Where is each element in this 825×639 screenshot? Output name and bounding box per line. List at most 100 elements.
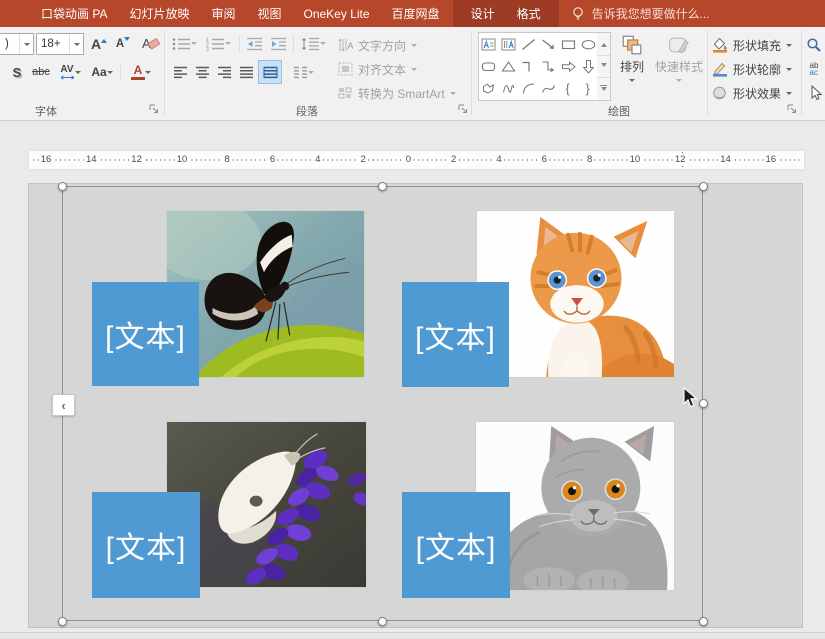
character-spacing-button[interactable]: AV: [55, 61, 85, 83]
bullets-button[interactable]: [170, 33, 198, 54]
shape-effects-button[interactable]: 形状效果: [712, 84, 792, 102]
text-placeholder-1[interactable]: [文本]: [92, 282, 199, 386]
numbering-icon: 123: [206, 37, 225, 51]
selection-handle-bottom-left[interactable]: [58, 617, 67, 626]
clear-formatting-button[interactable]: A: [138, 33, 162, 54]
ruler-number: 10: [175, 153, 190, 166]
tab-slideshow[interactable]: 幻灯片放映: [118, 0, 200, 27]
increase-indent-button[interactable]: [268, 33, 288, 54]
align-left-button[interactable]: [170, 61, 190, 83]
horizontal-ruler: 1614121086420246810121416: [28, 150, 805, 170]
ribbon: ) 18+ A A A S abc AV: [0, 27, 825, 121]
columns-button[interactable]: [288, 61, 318, 83]
curve-shape-icon[interactable]: [540, 81, 557, 96]
strikethrough-button[interactable]: abc: [29, 61, 53, 83]
textbox-shape-icon[interactable]: [480, 37, 497, 52]
font-size-combo[interactable]: 18+: [36, 33, 84, 55]
selection-handle-top-center[interactable]: [378, 182, 387, 191]
selection-handle-bottom-right[interactable]: [699, 617, 708, 626]
tab-onekey-lite[interactable]: OneKey Lite: [293, 0, 381, 27]
tab-design[interactable]: 设计: [460, 0, 506, 27]
font-name-dropdown[interactable]: [19, 34, 33, 54]
left-brace-shape-icon[interactable]: {: [560, 81, 577, 96]
svg-text:A: A: [348, 41, 354, 51]
selection-handle-top-right[interactable]: [699, 182, 708, 191]
collapse-pane-button[interactable]: ‹: [52, 394, 75, 416]
rectangle-shape-icon[interactable]: [560, 37, 577, 52]
text-placeholder-4[interactable]: [文本]: [402, 492, 510, 598]
tab-view[interactable]: 视图: [246, 0, 292, 27]
align-text-button[interactable]: 对齐文本: [338, 60, 417, 78]
elbow-connector-shape-icon[interactable]: [520, 59, 537, 74]
quick-styles-icon: [668, 35, 690, 55]
down-arrow-shape-icon[interactable]: [580, 59, 597, 74]
find-button[interactable]: [805, 36, 823, 54]
tab-baidu-netdisk[interactable]: 百度网盘: [381, 0, 451, 27]
ruler-number: 8: [585, 153, 594, 166]
replace-button[interactable]: ab ac: [804, 60, 824, 78]
chevron-down-icon: [145, 71, 151, 77]
font-name-combo[interactable]: ): [0, 33, 34, 55]
ruler-number: 6: [268, 153, 277, 166]
text-shadow-button[interactable]: S: [8, 61, 26, 83]
decrease-font-size-button[interactable]: A: [112, 33, 134, 54]
ruler-number: 8: [223, 153, 232, 166]
right-arrow-shape-icon[interactable]: [560, 59, 577, 74]
arc-shape-icon[interactable]: [520, 81, 537, 96]
text-direction-button[interactable]: A 文字方向: [338, 36, 417, 54]
tab-pocket-animation[interactable]: 口袋动画 PA: [30, 0, 118, 27]
chevron-down-icon: [411, 68, 417, 74]
elbow-arrow-connector-shape-icon[interactable]: [540, 59, 557, 74]
select-button[interactable]: [806, 84, 824, 102]
numbering-button[interactable]: 123: [203, 33, 233, 54]
chevron-down-icon: [450, 92, 456, 98]
tell-me-box[interactable]: 告诉我您想要做什么...: [559, 0, 722, 27]
change-case-button[interactable]: Aa: [88, 61, 116, 83]
increase-font-size-button[interactable]: A: [88, 33, 110, 54]
selection-handle-top-left[interactable]: [58, 182, 67, 191]
shapes-gallery: { }: [478, 32, 599, 101]
triangle-shape-icon[interactable]: [500, 59, 517, 74]
chevron-down-icon: [629, 79, 635, 85]
font-color-button[interactable]: A: [126, 61, 156, 83]
quick-styles-button[interactable]: 快速样式: [654, 32, 704, 98]
line-spacing-icon: [301, 37, 320, 51]
right-brace-shape-icon[interactable]: }: [580, 81, 597, 96]
rounded-rectangle-shape-icon[interactable]: [480, 59, 497, 74]
shape-outline-button[interactable]: 形状轮廓: [712, 60, 792, 78]
decrease-indent-button[interactable]: [244, 33, 264, 54]
align-center-button[interactable]: [192, 61, 212, 83]
line-shape-icon[interactable]: [520, 37, 537, 52]
chevron-down-icon: [786, 68, 792, 74]
freeform-shape-icon[interactable]: [480, 81, 497, 96]
selection-handle-middle-right[interactable]: [699, 399, 708, 408]
distributed-align-button[interactable]: [258, 60, 282, 84]
drawing-dialog-launcher-icon[interactable]: [786, 103, 797, 114]
font-dialog-launcher-icon[interactable]: [148, 103, 159, 114]
chevron-down-icon: [191, 42, 197, 48]
tab-review[interactable]: 审阅: [200, 0, 246, 27]
decrease-indent-icon: [246, 37, 263, 51]
arrow-shape-icon[interactable]: [540, 37, 557, 52]
scribble-shape-icon[interactable]: [500, 81, 517, 96]
gallery-scroll-up-button[interactable]: [597, 33, 610, 56]
paragraph-dialog-launcher-icon[interactable]: [457, 103, 468, 114]
oval-shape-icon[interactable]: [580, 37, 597, 52]
selection-handle-bottom-center[interactable]: [378, 617, 387, 626]
align-right-button[interactable]: [214, 61, 234, 83]
text-placeholder-2[interactable]: [文本]: [402, 282, 509, 387]
arrange-button[interactable]: 排列: [612, 32, 652, 98]
shape-fill-button[interactable]: 形状填充: [712, 36, 792, 54]
gallery-scroll-down-button[interactable]: [597, 56, 610, 79]
align-right-icon: [217, 66, 232, 79]
gallery-more-button[interactable]: [597, 78, 610, 100]
tab-format[interactable]: 格式: [506, 0, 552, 27]
vertical-textbox-shape-icon[interactable]: [500, 37, 517, 52]
select-cursor-icon: [808, 85, 822, 101]
justify-button[interactable]: [236, 61, 256, 83]
powerpoint-window: 口袋动画 PA 幻灯片放映 审阅 视图 OneKey Lite 百度网盘 设计 …: [0, 0, 825, 639]
line-spacing-button[interactable]: [298, 33, 328, 54]
convert-to-smartart-button[interactable]: 转换为 SmartArt: [338, 84, 456, 102]
font-size-dropdown[interactable]: [69, 34, 83, 54]
text-placeholder-3[interactable]: [文本]: [92, 492, 200, 598]
